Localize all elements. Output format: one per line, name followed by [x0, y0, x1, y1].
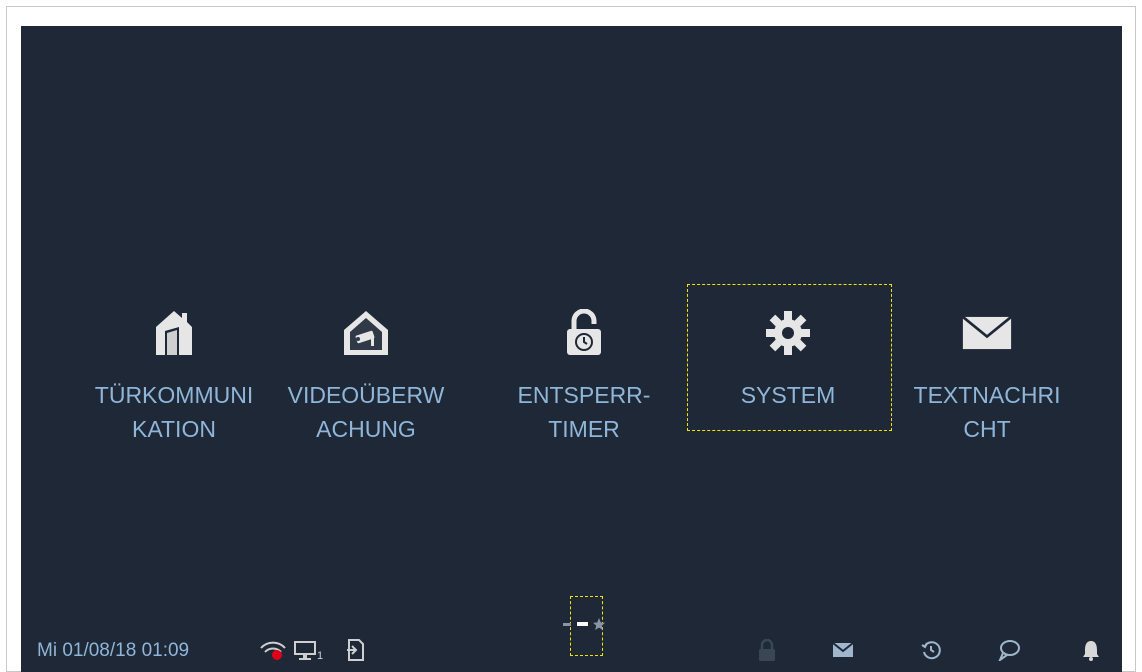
tile-system[interactable]: SYSTEM: [683, 308, 893, 468]
tile-label: SYSTEM: [740, 382, 836, 408]
tile-label: TEXTNACHRI CHT: [913, 382, 1061, 442]
gear-icon: [763, 308, 813, 358]
tile-unlock-timer[interactable]: ENTSPERR- TIMER: [479, 308, 689, 468]
date-time: Mi 01/08/18 01:09: [37, 640, 190, 661]
tile-video-surveillance[interactable]: VIDEOÜBERW ACHUNG: [261, 308, 471, 468]
favorites-star-icon: [593, 618, 605, 630]
panel-screen: TÜRKOMMUNI KATION VIDEOÜBERW ACHUNG ENTS…: [21, 26, 1122, 672]
lock-status-icon[interactable]: [753, 636, 781, 664]
house-camera-icon: [341, 308, 391, 358]
padlock-timer-icon: [559, 308, 609, 358]
tile-label: TÜRKOMMUNI KATION: [94, 382, 254, 442]
house-door-icon: [149, 308, 199, 358]
page-dot-1: [563, 623, 571, 626]
envelope-icon: [962, 308, 1012, 358]
page-indicator[interactable]: [561, 616, 605, 632]
sd-card-exit-icon: [341, 636, 369, 664]
wifi-alert-icon: [259, 636, 287, 664]
tile-label: ENTSPERR- TIMER: [517, 382, 651, 442]
message-icon[interactable]: [829, 636, 857, 664]
history-icon[interactable]: [917, 636, 945, 664]
tile-label: VIDEOÜBERW ACHUNG: [287, 382, 445, 442]
monitor-icon: 1: [291, 636, 325, 664]
monitor-number: 1: [316, 650, 324, 662]
status-bar: Mi 01/08/18 01:09 1: [21, 632, 1122, 672]
tile-door-communication[interactable]: TÜRKOMMUNI KATION: [69, 308, 279, 468]
chat-icon[interactable]: [995, 636, 1023, 664]
tile-text-message[interactable]: TEXTNACHRI CHT: [882, 308, 1092, 468]
bell-icon[interactable]: [1077, 636, 1105, 664]
page-dot-current: [577, 622, 588, 626]
